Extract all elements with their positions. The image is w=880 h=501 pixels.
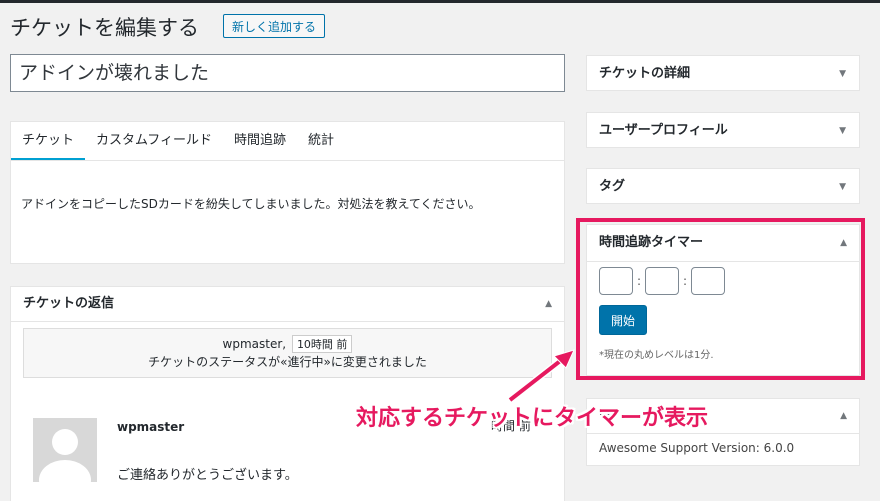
annotation-highlight-box: [576, 218, 865, 380]
admin-top-border: [0, 0, 880, 3]
tab-ticket[interactable]: チケット: [11, 122, 86, 160]
ticket-tabs-panel: チケット カスタムフィールド 時間追跡 統計 アドインをコピーしたSDカードを紛…: [10, 121, 565, 264]
collapse-arrow-icon[interactable]: ▲: [545, 287, 552, 321]
chevron-down-icon[interactable]: ▼: [839, 113, 846, 149]
reply-text: ご連絡ありがとうございます。: [117, 468, 298, 483]
tags-panel[interactable]: タグ ▼: [586, 168, 860, 204]
add-new-button[interactable]: 新しく追加する: [223, 14, 326, 38]
tab-statistics[interactable]: 統計: [297, 122, 345, 160]
status-change-activity: wpmaster, 10時間 前 チケットのステータスが«進行中»に変更されまし…: [23, 328, 552, 378]
ticket-description: アドインをコピーしたSDカードを紛失してしまいました。対処法を教えてください。: [21, 197, 481, 211]
activity-time: 10時間 前: [291, 335, 353, 353]
chevron-up-icon[interactable]: ▲: [840, 399, 847, 433]
chevron-down-icon[interactable]: ▼: [839, 56, 846, 92]
annotation-caption: 対応するチケットにタイマーが表示: [356, 406, 709, 431]
ticket-replies-panel: チケットの返信 ▲ wpmaster, 10時間 前 チケットのステータスが«進…: [10, 286, 565, 501]
ticket-details-title: チケットの詳細: [599, 66, 691, 81]
tags-title: タグ: [599, 179, 626, 194]
replies-title: チケットの返信: [23, 296, 115, 311]
ticket-details-panel[interactable]: チケットの詳細 ▼: [586, 55, 860, 91]
activity-user: wpmaster,: [222, 337, 287, 351]
activity-message: チケットのステータスが«進行中»に変更されました: [148, 355, 427, 369]
replies-header[interactable]: チケットの返信 ▲: [11, 287, 564, 322]
user-profile-title: ユーザープロフィール: [599, 123, 728, 138]
avatar: [33, 418, 97, 482]
chevron-down-icon[interactable]: ▼: [839, 169, 846, 205]
ticket-title-input[interactable]: アドインが壊れました: [10, 54, 565, 92]
page-title: チケットを編集する: [10, 16, 199, 40]
annotation-arrow-icon: [507, 349, 575, 403]
reply-author: wpmaster: [117, 420, 185, 434]
user-profile-panel[interactable]: ユーザープロフィール ▼: [586, 112, 860, 148]
tab-time-tracking[interactable]: 時間追跡: [223, 122, 297, 160]
plugin-version: Awesome Support Version: 6.0.0: [599, 441, 795, 455]
tab-custom-fields[interactable]: カスタムフィールド: [85, 122, 223, 160]
tab-bar: チケット カスタムフィールド 時間追跡 統計: [11, 122, 564, 161]
